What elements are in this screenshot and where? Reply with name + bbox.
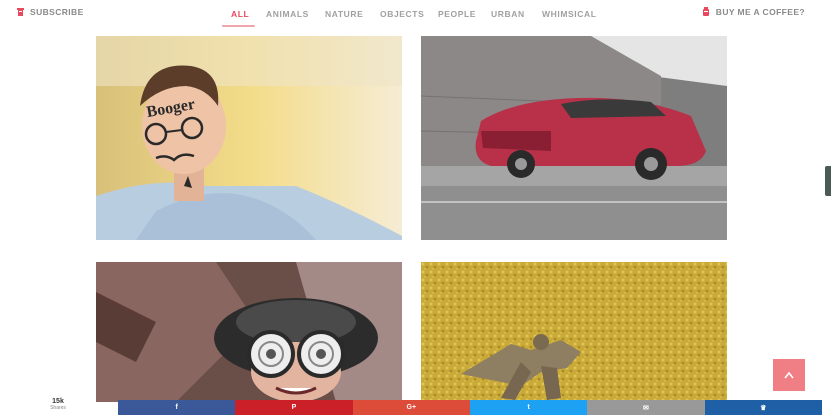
side-feedback-tab[interactable]: [825, 166, 831, 196]
subscribe-link[interactable]: SUBSCRIBE: [16, 7, 84, 17]
coffee-label: BUY ME A COFFEE?: [715, 7, 805, 17]
nav-item-objects[interactable]: OBJECTS: [380, 9, 424, 19]
active-nav-underline: [222, 25, 255, 27]
twitter-share-button[interactable]: t: [469, 400, 588, 415]
photo-image: Booger: [96, 36, 402, 240]
photo-image: [421, 262, 727, 402]
photo-image: [421, 36, 727, 240]
email-icon: ✉: [643, 404, 649, 412]
photo-figure-on-leaves[interactable]: [421, 262, 727, 402]
nav-item-urban[interactable]: URBAN: [491, 9, 525, 19]
share-count-label: Shares: [50, 405, 66, 411]
share-count: 15k Shares: [40, 398, 76, 411]
pinterest-share-button[interactable]: P: [235, 400, 353, 415]
social-share-bar: f P G+ t ✉ ♛: [118, 400, 822, 415]
nav-item-all[interactable]: ALL: [231, 9, 249, 19]
subscribe-label: SUBSCRIBE: [30, 7, 84, 17]
top-navigation: SUBSCRIBE ALL ANIMALS NATURE OBJECTS PEO…: [0, 0, 831, 30]
photo-bowl-goggles-person[interactable]: [96, 262, 402, 402]
email-share-button[interactable]: ✉: [587, 400, 705, 415]
google-plus-icon: G+: [406, 404, 417, 411]
nav-item-animals[interactable]: ANIMALS: [266, 9, 309, 19]
buy-coffee-link[interactable]: BUY ME A COFFEE?: [702, 7, 805, 17]
coffee-icon: [702, 7, 709, 16]
pinterest-icon: P: [291, 404, 297, 411]
photo-doodled-face-man[interactable]: Booger: [96, 36, 402, 240]
google-plus-share-button[interactable]: G+: [352, 400, 470, 415]
chevron-up-icon: [784, 371, 794, 379]
subscribe-icon: [17, 8, 24, 16]
facebook-share-button[interactable]: f: [118, 400, 236, 415]
nav-item-nature[interactable]: NATURE: [325, 9, 363, 19]
share-count-number: 15k: [52, 398, 64, 405]
crown-share-button[interactable]: ♛: [704, 400, 822, 415]
crown-icon: ♛: [760, 404, 767, 412]
photo-red-muscle-car[interactable]: [421, 36, 727, 240]
nav-item-people[interactable]: PEOPLE: [438, 9, 476, 19]
back-to-top-button[interactable]: [773, 359, 805, 391]
twitter-icon: t: [527, 404, 530, 411]
photo-image: [96, 262, 402, 402]
facebook-icon: f: [175, 404, 178, 411]
nav-item-whimsical[interactable]: WHIMSICAL: [542, 9, 597, 19]
